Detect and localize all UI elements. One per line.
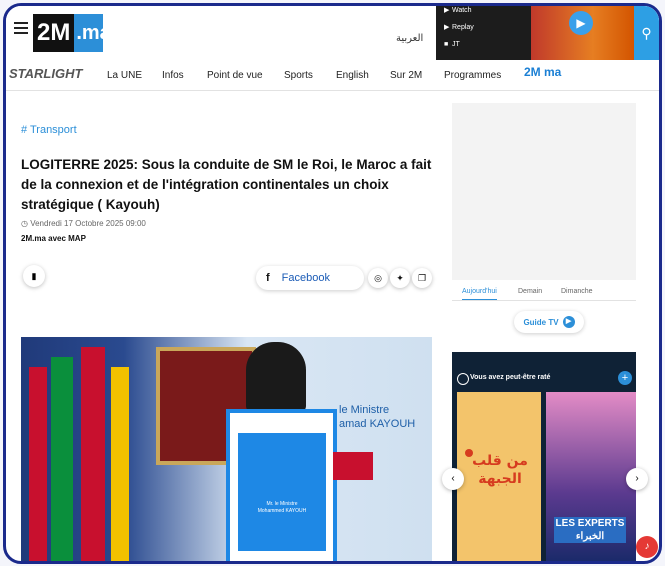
browser-frame: 2M .ma العربية ▶ Watch ▶ Replay ■ JT ▶ ⚲ ST… xyxy=(3,3,662,564)
bookmark-icon: ▮ xyxy=(31,270,37,281)
copy-icon: ❐ xyxy=(417,272,427,283)
search-icon: ⚲ xyxy=(641,24,652,41)
flag-decoration xyxy=(111,367,129,561)
notification-bell-button[interactable]: ♪ xyxy=(636,536,658,558)
podium: Mr. le Ministre Mohammed KAYOUH xyxy=(226,409,337,561)
globe-icon xyxy=(457,373,469,385)
podium-screen xyxy=(238,433,326,551)
program-card[interactable]: من قلب الجبهة xyxy=(457,392,541,561)
menu-icon[interactable] xyxy=(14,22,28,34)
play-icon: ▶ xyxy=(562,316,575,328)
live-item-jt[interactable]: ■ JT xyxy=(444,36,474,53)
article-author: 2M.ma avec MAP xyxy=(21,234,86,243)
whatsapp-icon: ◎ xyxy=(374,272,382,283)
schedule-tabs: Aujourd'hui Demain Dimanche xyxy=(452,288,636,304)
live-item-watch[interactable]: ▶ Watch xyxy=(444,6,474,19)
main-nav: STARLIGHT La UNE Infos Point de vue Spor… xyxy=(6,63,659,87)
tab-tomorrow[interactable]: Demain xyxy=(518,288,542,295)
nav-item-infos[interactable]: Infos xyxy=(162,70,184,81)
tabs-divider xyxy=(452,300,636,301)
live-thumbnail[interactable]: ▶ xyxy=(531,6,634,60)
morocco-flag xyxy=(333,452,373,480)
nav-item-point-de-vue[interactable]: Point de vue xyxy=(207,70,263,81)
program-card-title: من قلب الجبهة xyxy=(472,453,528,487)
play-circle-icon[interactable]: ▶ xyxy=(569,11,593,35)
nav-item-la-une[interactable]: La UNE xyxy=(107,70,142,81)
nav-divider xyxy=(6,90,659,91)
article-date: ◷ Vendredi 17 Octobre 2025 09:00 xyxy=(21,219,146,228)
bookmark-button[interactable]: ▮ xyxy=(23,265,45,287)
flag-decoration xyxy=(29,367,47,561)
chevron-right-icon: › xyxy=(635,473,639,484)
chevron-left-icon: ‹ xyxy=(451,473,455,484)
program-card[interactable]: LES EXPERTS الخبراء xyxy=(546,392,636,561)
photo-banner-text: le Ministre amad KAYOUH xyxy=(339,404,416,430)
nav-item-sur-2m[interactable]: Sur 2M xyxy=(390,70,422,81)
logo-ma: .ma xyxy=(76,21,111,44)
nav-item-english[interactable]: English xyxy=(336,70,369,81)
guide-tv-button[interactable]: Guide TV ▶ xyxy=(514,311,584,333)
top-header: 2M .ma العربية ▶ Watch ▶ Replay ■ JT ▶ ⚲ xyxy=(6,6,659,60)
tv-2m-logo[interactable]: 2M ma xyxy=(524,65,561,79)
recommendations-title: Vous avez peut-être raté xyxy=(470,374,551,381)
facebook-icon: f xyxy=(266,272,270,284)
starlight-logo[interactable]: STARLIGHT xyxy=(9,66,82,81)
carousel-next-button[interactable]: › xyxy=(626,468,648,490)
live-panel: ▶ Watch ▶ Replay ■ JT ▶ xyxy=(436,6,634,60)
facebook-share-button[interactable]: f Facebook xyxy=(256,266,364,290)
language-arabic-link[interactable]: العربية xyxy=(396,33,423,44)
twitter-icon: ✦ xyxy=(396,272,404,283)
play-icon: ▶ xyxy=(444,24,450,31)
live-item-replay[interactable]: ▶ Replay xyxy=(444,19,474,36)
program-card-title: LES EXPERTS الخبراء xyxy=(554,517,626,543)
carousel-prev-button[interactable]: ‹ xyxy=(442,468,464,490)
whatsapp-share-button[interactable]: ◎ xyxy=(368,268,388,288)
play-icon: ▶ xyxy=(444,7,450,14)
tab-sunday[interactable]: Dimanche xyxy=(561,288,593,295)
flag-decoration xyxy=(51,357,73,561)
bell-icon: ♪ xyxy=(644,541,650,552)
twitter-share-button[interactable]: ✦ xyxy=(390,268,410,288)
plus-icon[interactable]: + xyxy=(618,371,632,385)
article-headline: LOGITERRE 2025: Sous la conduite de SM l… xyxy=(21,157,432,212)
facebook-label: Facebook xyxy=(281,272,330,284)
article-photo: Mr. le Ministre Mohammed KAYOUH le Minis… xyxy=(21,337,432,561)
logo-2m: 2M xyxy=(33,14,75,52)
clock-icon: ◷ xyxy=(21,219,31,228)
copy-link-button[interactable]: ❐ xyxy=(412,268,432,288)
site-logo[interactable]: 2M .ma xyxy=(33,14,111,52)
nav-item-programmes[interactable]: Programmes xyxy=(444,70,501,81)
speaker-figure xyxy=(246,342,306,412)
flag-decoration xyxy=(81,347,105,561)
nav-item-sports[interactable]: Sports xyxy=(284,70,313,81)
square-icon: ■ xyxy=(444,41,449,48)
recommendations-panel: Vous avez peut-être raté + من قلب الجبهة… xyxy=(452,352,636,561)
search-button[interactable]: ⚲ xyxy=(634,6,659,60)
ad-placeholder xyxy=(452,103,636,280)
podium-caption: Mr. le Ministre Mohammed KAYOUH xyxy=(257,501,307,514)
article-tag[interactable]: # Transport xyxy=(21,124,77,136)
